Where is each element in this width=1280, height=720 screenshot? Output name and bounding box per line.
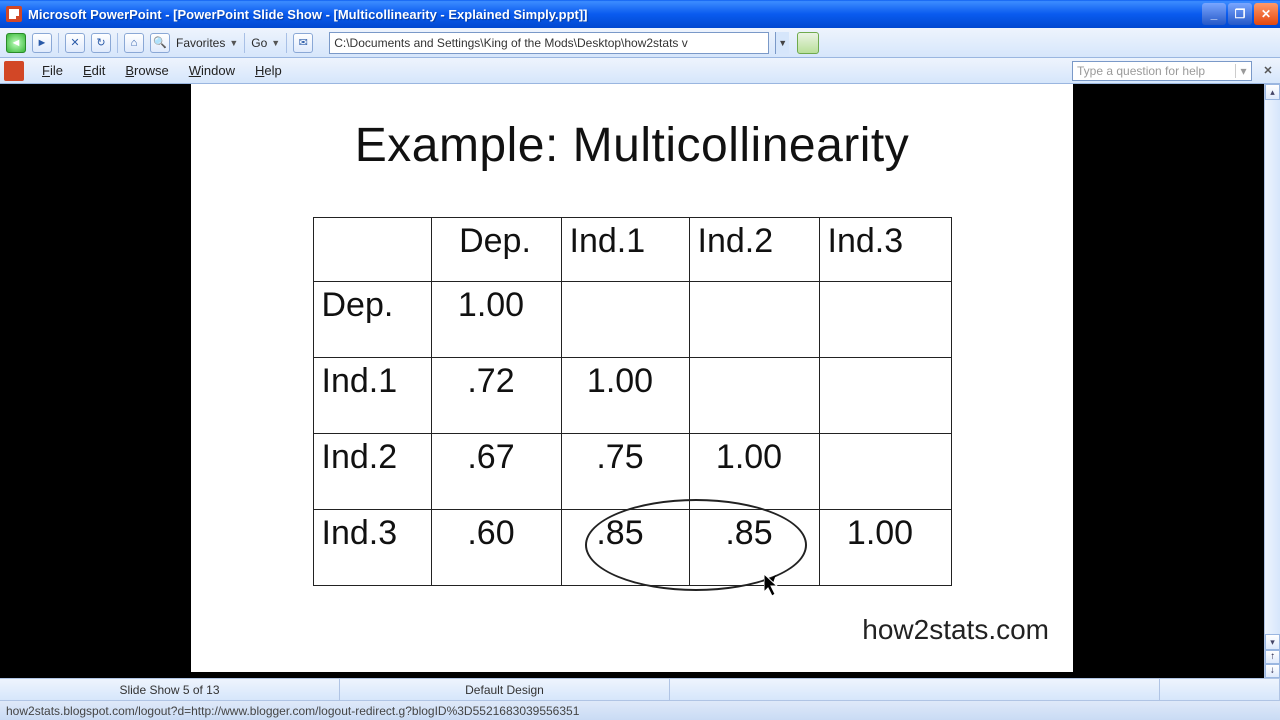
home-button[interactable]: ⌂ bbox=[124, 33, 144, 53]
back-button[interactable]: ◄ bbox=[6, 33, 26, 53]
document-icon bbox=[4, 61, 24, 81]
cell bbox=[819, 434, 951, 510]
cell: .75 bbox=[561, 434, 689, 510]
close-button[interactable]: ✕ bbox=[1254, 3, 1278, 25]
powerpoint-icon bbox=[6, 6, 22, 22]
menu-browse[interactable]: Browse bbox=[115, 61, 178, 80]
highlight-oval bbox=[585, 499, 807, 591]
help-placeholder: Type a question for help bbox=[1077, 64, 1205, 78]
table-header-blank bbox=[313, 218, 431, 282]
menu-window-label: indow bbox=[201, 63, 235, 78]
cell bbox=[689, 358, 819, 434]
menu-edit[interactable]: Edit bbox=[73, 61, 115, 80]
window-titlebar: Microsoft PowerPoint - [PowerPoint Slide… bbox=[0, 0, 1280, 28]
stop-button[interactable]: ✕ bbox=[65, 33, 85, 53]
slide-footer-url: how2stats.com bbox=[862, 614, 1049, 646]
prev-slide-button[interactable]: ⭡ bbox=[1265, 650, 1280, 664]
table-header-ind3: Ind.3 bbox=[819, 218, 951, 282]
table-row: Dep. 1.00 bbox=[313, 282, 951, 358]
status-url: how2stats.blogspot.com/logout?d=http://w… bbox=[6, 704, 579, 718]
cell bbox=[819, 358, 951, 434]
favorites-menu[interactable]: Favorites bbox=[176, 36, 225, 50]
navigation-toolbar: ◄ ► ✕ ↻ ⌂ 🔍 Favorites▼ Go▼ ✉ C:\Document… bbox=[0, 28, 1280, 58]
scroll-up-icon[interactable]: ▴ bbox=[1265, 84, 1280, 100]
cell bbox=[689, 282, 819, 358]
slide-counter: Slide Show 5 of 13 bbox=[0, 679, 340, 700]
search-button[interactable]: 🔍 bbox=[150, 33, 170, 53]
help-dropdown-icon[interactable]: ▾ bbox=[1235, 64, 1247, 78]
design-name: Default Design bbox=[340, 679, 670, 700]
refresh-button[interactable]: ↻ bbox=[91, 33, 111, 53]
row-label: Ind.2 bbox=[313, 434, 431, 510]
table-row: Ind.2 .67 .75 1.00 bbox=[313, 434, 951, 510]
menu-edit-label: dit bbox=[92, 63, 106, 78]
cell: 1.00 bbox=[561, 358, 689, 434]
table-header-dep: Dep. bbox=[431, 218, 561, 282]
menu-file[interactable]: File bbox=[32, 61, 73, 80]
slide: Example: Multicollinearity Dep. Ind.1 In… bbox=[191, 84, 1073, 672]
menu-file-label: ile bbox=[50, 63, 63, 78]
close-document-button[interactable]: ✕ bbox=[1260, 63, 1276, 79]
minimize-button[interactable]: _ bbox=[1202, 3, 1226, 25]
next-slide-button[interactable]: ⭣ bbox=[1265, 664, 1280, 678]
menu-help[interactable]: Help bbox=[245, 61, 292, 80]
row-label: Ind.1 bbox=[313, 358, 431, 434]
table-header-ind1: Ind.1 bbox=[561, 218, 689, 282]
vertical-scrollbar[interactable]: ▴ ▾ ⭡ ⭣ bbox=[1264, 84, 1280, 678]
forward-button[interactable]: ► bbox=[32, 33, 52, 53]
menu-bar: File Edit Browse Window Help Type a ques… bbox=[0, 58, 1280, 84]
table-header-ind2: Ind.2 bbox=[689, 218, 819, 282]
scroll-down-icon[interactable]: ▾ bbox=[1265, 634, 1280, 650]
address-text: C:\Documents and Settings\King of the Mo… bbox=[334, 36, 688, 50]
cell: 1.00 bbox=[431, 282, 561, 358]
window-title: Microsoft PowerPoint - [PowerPoint Slide… bbox=[28, 7, 1202, 22]
cell bbox=[819, 282, 951, 358]
row-label: Ind.3 bbox=[313, 510, 431, 586]
menu-help-label: elp bbox=[264, 63, 281, 78]
maximize-button[interactable]: ❐ bbox=[1228, 3, 1252, 25]
cell: 1.00 bbox=[689, 434, 819, 510]
cell: .72 bbox=[431, 358, 561, 434]
menu-browse-label: rowse bbox=[134, 63, 169, 78]
table-row: Ind.1 .72 1.00 bbox=[313, 358, 951, 434]
menu-window[interactable]: Window bbox=[179, 61, 245, 80]
cell bbox=[561, 282, 689, 358]
cell: .60 bbox=[431, 510, 561, 586]
mail-button[interactable]: ✉ bbox=[293, 33, 313, 53]
go-menu[interactable]: Go bbox=[251, 36, 267, 50]
row-label: Dep. bbox=[313, 282, 431, 358]
go-button[interactable] bbox=[797, 32, 819, 54]
cell: 1.00 bbox=[819, 510, 951, 586]
cell: .67 bbox=[431, 434, 561, 510]
address-dropdown[interactable]: ▼ bbox=[775, 32, 789, 54]
address-bar[interactable]: C:\Documents and Settings\King of the Mo… bbox=[329, 32, 769, 54]
browser-status-bar: how2stats.blogspot.com/logout?d=http://w… bbox=[0, 700, 1280, 720]
help-search-box[interactable]: Type a question for help ▾ bbox=[1072, 61, 1252, 81]
powerpoint-status-bar: Slide Show 5 of 13 Default Design bbox=[0, 678, 1280, 700]
slide-title: Example: Multicollinearity bbox=[191, 84, 1073, 173]
slideshow-stage[interactable]: Example: Multicollinearity Dep. Ind.1 In… bbox=[0, 84, 1264, 678]
